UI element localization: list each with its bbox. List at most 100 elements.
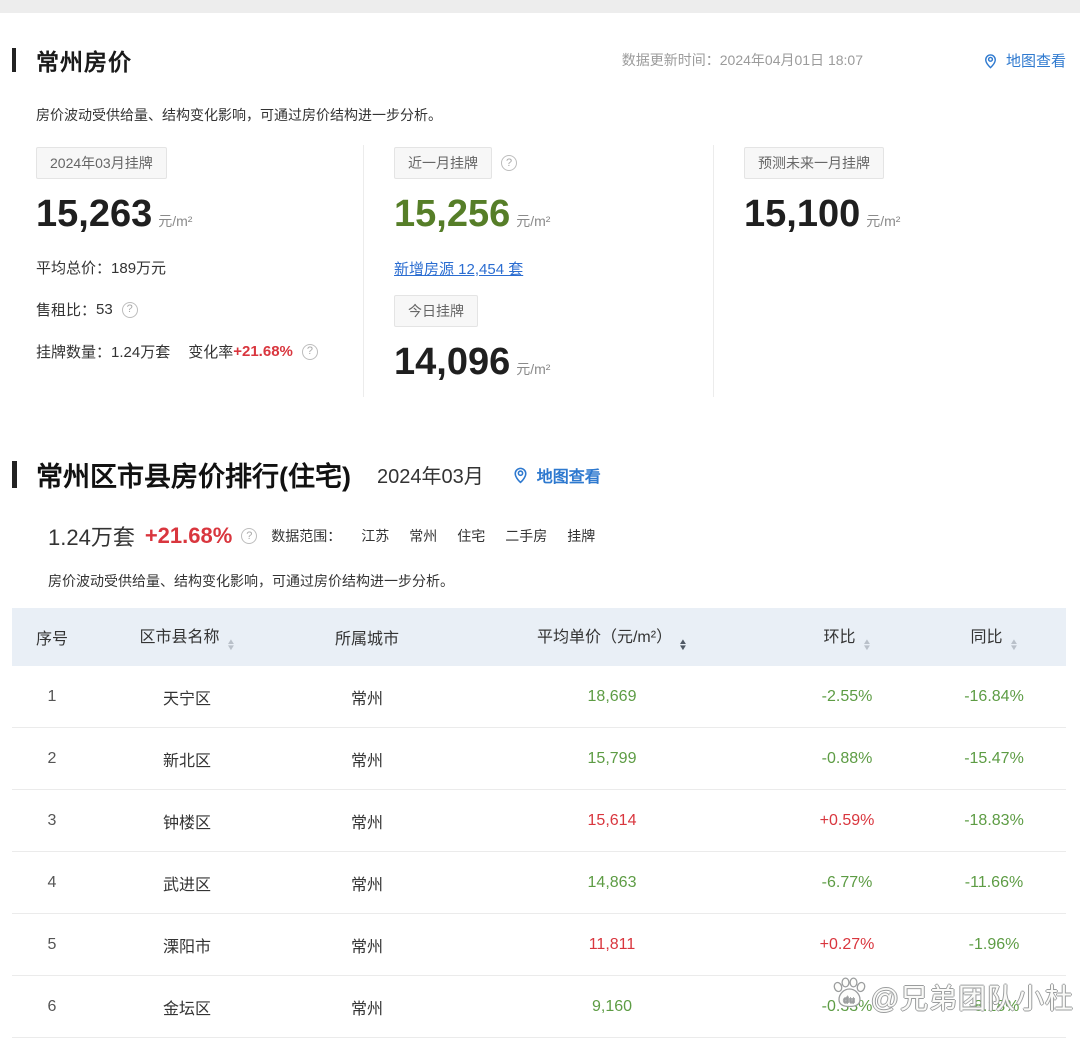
cell-rank: 2	[12, 750, 92, 768]
card-month-listing: 2024年03月挂牌 15,263 元/m² 平均总价：189万元 售租比：53?…	[36, 145, 363, 397]
sort-icon-active[interactable]: ▲▼	[679, 639, 687, 651]
listing-count-value: 1.24万套	[111, 341, 170, 362]
table-row: 4 武进区 常州 14,863 -6.77% -11.66%	[12, 852, 1066, 914]
cell-price: 11,811	[452, 936, 772, 954]
cell-price: 18,669	[452, 688, 772, 706]
cell-rank: 3	[12, 812, 92, 830]
header-mom-sortable[interactable]: 环比 ▲▼	[772, 623, 922, 651]
section1-description: 房价波动受供给量、结构变化影响，可通过房价结构进一步分析。	[36, 105, 1066, 125]
header-mom-label: 环比	[824, 629, 856, 646]
recent-month-price-value: 15,256	[394, 193, 510, 235]
price-unit: 元/m²	[516, 361, 550, 377]
map-pin-icon	[981, 51, 1000, 70]
scope-item-city[interactable]: 常州	[409, 526, 437, 546]
update-time-value: 2024年04月01日 18:07	[720, 52, 863, 68]
month-listing-price-value: 15,263	[36, 193, 152, 235]
cell-yoy: -18.83%	[922, 812, 1066, 830]
top-strip	[0, 0, 1080, 13]
sort-icon[interactable]: ▲▼	[863, 639, 871, 651]
help-icon[interactable]: ?	[302, 344, 318, 360]
forecast-price-value: 15,100	[744, 193, 860, 235]
header-yoy-sortable[interactable]: 同比 ▲▼	[922, 623, 1066, 651]
ranking-stats-row: 1.24万套 +21.68% ? 数据范围： 江苏 常州 住宅 二手房 挂牌	[48, 520, 1066, 552]
sale-rent-value: 53	[96, 301, 113, 318]
cell-mom: -2.55%	[772, 688, 922, 706]
cell-mom: -6.77%	[772, 874, 922, 892]
sale-rent-label: 售租比：	[36, 299, 96, 320]
total-listings: 1.24万套	[48, 520, 135, 552]
page-title: 常州房价	[36, 43, 132, 77]
sort-icon[interactable]: ▲▼	[227, 639, 235, 651]
map-view-link[interactable]: 地图查看	[981, 50, 1066, 71]
listing-count-label: 挂牌数量：	[36, 341, 111, 362]
section-city-price: 常州房价 数据更新时间：2024年04月01日 18:07 地图查看 房价波动受…	[0, 43, 1080, 397]
cell-district: 钟楼区	[92, 809, 282, 833]
avg-total-value: 189万元	[111, 257, 166, 278]
cell-district: 武进区	[92, 871, 282, 895]
cell-yoy: -16.84%	[922, 688, 1066, 706]
card-recent-month: 近一月挂牌? 15,256元/m² 新增房源 12,454 套 今日挂牌 14,…	[363, 145, 713, 397]
scope-label: 数据范围：	[271, 526, 341, 546]
ranking-date: 2024年03月	[377, 460, 484, 489]
district-price-table: 序号 区市县名称▲▼ 所属城市 平均单价（元/m²）▲▼ 环比▲▼ 同比▲▼ 1…	[12, 608, 1066, 1038]
cell-rank: 5	[12, 936, 92, 954]
cell-price: 15,614	[452, 812, 772, 830]
table-row: 3 钟楼区 常州 15,614 +0.59% -18.83%	[12, 790, 1066, 852]
change-rate-label: 变化率	[188, 341, 233, 362]
cell-city: 常州	[282, 933, 452, 957]
update-time-label: 数据更新时间：	[622, 52, 720, 68]
cell-city: 常州	[282, 995, 452, 1019]
section2-header: 常州区市县房价排行(住宅) 2024年03月 地图查看	[12, 455, 1066, 494]
cell-mom: +0.59%	[772, 812, 922, 830]
section2-description: 房价波动受供给量、结构变化影响，可通过房价结构进一步分析。	[48, 571, 1066, 591]
cell-mom: +0.27%	[772, 936, 922, 954]
title-bar-accent	[12, 48, 16, 72]
month-listing-price: 15,263 元/m²	[36, 193, 363, 236]
cell-price: 9,160	[452, 998, 772, 1016]
header-yoy-label: 同比	[971, 629, 1003, 646]
cell-rank: 1	[12, 688, 92, 706]
today-price-value: 14,096	[394, 341, 510, 383]
help-icon[interactable]: ?	[122, 302, 138, 318]
header-district-label: 区市县名称	[140, 629, 220, 646]
change-rate-value: +21.68%	[233, 343, 293, 360]
map-view-link[interactable]: 地图查看	[510, 463, 601, 487]
cell-city: 常州	[282, 809, 452, 833]
sort-icon[interactable]: ▲▼	[1010, 639, 1018, 651]
cell-district: 金坛区	[92, 995, 282, 1019]
help-icon[interactable]: ?	[501, 155, 517, 171]
table-row: 1 天宁区 常州 18,669 -2.55% -16.84%	[12, 666, 1066, 728]
map-pin-icon	[510, 464, 531, 485]
cell-city: 常州	[282, 871, 452, 895]
recent-month-tag: 近一月挂牌	[394, 147, 492, 179]
cell-city: 常州	[282, 685, 452, 709]
cell-mom: -0.88%	[772, 750, 922, 768]
cell-district: 溧阳市	[92, 933, 282, 957]
cell-yoy: -1.96%	[922, 936, 1066, 954]
stat-cards: 2024年03月挂牌 15,263 元/m² 平均总价：189万元 售租比：53?…	[36, 145, 1066, 397]
recent-month-price: 15,256 元/m²	[394, 193, 713, 236]
avg-total-row: 平均总价：189万元	[36, 257, 363, 278]
update-time: 数据更新时间：2024年04月01日 18:07	[622, 50, 863, 70]
new-listings-link[interactable]: 新增房源 12,454 套	[394, 258, 523, 279]
scope-item-status[interactable]: 挂牌	[567, 526, 595, 546]
cell-rank: 6	[12, 998, 92, 1016]
map-view-label: 地图查看	[537, 463, 601, 487]
cell-rank: 4	[12, 874, 92, 892]
price-unit: 元/m²	[158, 213, 192, 229]
header-rank: 序号	[12, 625, 92, 649]
table-row: 5 溧阳市 常州 11,811 +0.27% -1.96%	[12, 914, 1066, 976]
cell-district: 天宁区	[92, 685, 282, 709]
today-price: 14,096 元/m²	[394, 341, 713, 384]
scope-item-market[interactable]: 二手房	[505, 526, 547, 546]
header-district-sortable[interactable]: 区市县名称 ▲▼	[92, 623, 282, 651]
month-listing-tag: 2024年03月挂牌	[36, 147, 167, 179]
section-district-ranking: 常州区市县房价排行(住宅) 2024年03月 地图查看 1.24万套 +21.6…	[0, 455, 1080, 1038]
header-price-sortable[interactable]: 平均单价（元/m²）▲▼	[452, 623, 772, 651]
table-row: 2 新北区 常州 15,799 -0.88% -15.47%	[12, 728, 1066, 790]
scope-item-province[interactable]: 江苏	[361, 526, 389, 546]
scope-item-type[interactable]: 住宅	[457, 526, 485, 546]
cell-yoy: -8.18%	[922, 998, 1066, 1016]
price-unit: 元/m²	[516, 213, 550, 229]
help-icon[interactable]: ?	[241, 528, 257, 544]
